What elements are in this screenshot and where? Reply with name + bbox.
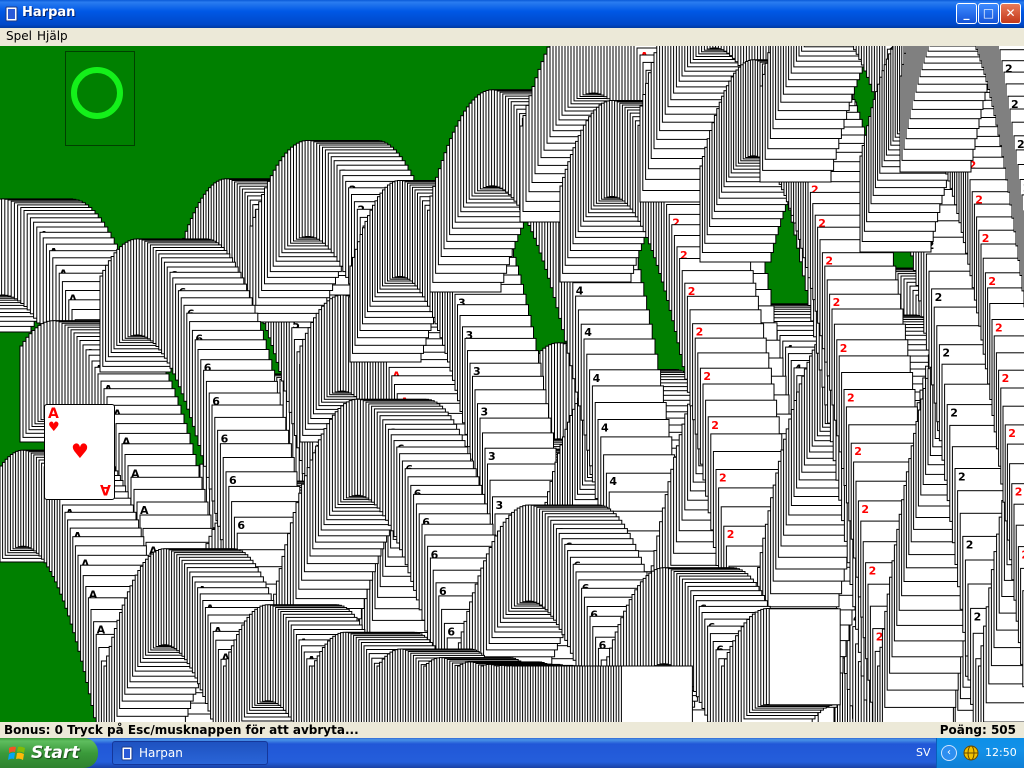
menu-game[interactable]: Spel [6, 29, 32, 43]
start-label: Start [31, 743, 80, 763]
svg-text:2: 2 [942, 347, 950, 360]
stock-pile-slot[interactable] [65, 51, 135, 146]
language-indicator[interactable]: SV [916, 746, 931, 759]
svg-text:2: 2 [966, 538, 974, 551]
svg-text:2: 2 [840, 342, 848, 355]
card-cascade-animation: AAAAAAAAAAAAAAAAAAAAAAAAAAAAAAAAAAAAAAAA… [0, 46, 1024, 722]
svg-text:2: 2 [696, 326, 704, 339]
menu-help[interactable]: Hjälp [37, 29, 68, 43]
svg-text:2: 2 [1002, 372, 1010, 385]
taskbar: Start Harpan SV ‹ 12:50 [0, 738, 1024, 768]
svg-text:2: 2 [1017, 138, 1024, 151]
system-tray: ‹ 12:50 [936, 738, 1024, 768]
minimize-button[interactable]: _ [956, 3, 977, 24]
svg-text:2: 2 [935, 291, 943, 304]
svg-text:2: 2 [1015, 486, 1023, 499]
windows-logo-icon [8, 746, 25, 760]
heart-suit-icon: ♥ [48, 420, 60, 435]
svg-text:4: 4 [601, 422, 609, 435]
close-button[interactable]: ✕ [1000, 3, 1021, 24]
svg-text:2: 2 [703, 370, 711, 383]
menu-bar: Spel Hjälp [0, 28, 1024, 46]
svg-text:2: 2 [719, 472, 727, 485]
title-bar[interactable]: Harpan _ □ ✕ [0, 0, 1024, 28]
svg-text:2: 2 [847, 392, 855, 405]
solitaire-task-icon [121, 746, 133, 761]
svg-text:2: 2 [1008, 427, 1016, 440]
svg-text:2: 2 [861, 503, 869, 516]
svg-text:2: 2 [833, 296, 841, 309]
svg-text:4: 4 [584, 326, 592, 339]
tray-expand-icon[interactable]: ‹ [941, 745, 957, 761]
svg-text:2: 2 [988, 275, 996, 288]
svg-text:2: 2 [950, 407, 958, 420]
svg-text:6: 6 [229, 474, 237, 487]
bouncing-card-ace-of-hearts: A ♥ ♥ A [44, 404, 115, 500]
svg-text:4: 4 [593, 372, 601, 385]
status-bonus-text: Bonus: 0 Tryck på Esc/musknappen för att… [4, 723, 359, 737]
card-rank-top: A [48, 406, 59, 422]
taskbar-item-harpan[interactable]: Harpan [112, 741, 268, 765]
start-button[interactable]: Start [0, 738, 98, 768]
svg-text:2: 2 [869, 565, 877, 578]
game-board[interactable]: AAAAAAAAAAAAAAAAAAAAAAAAAAAAAAAAAAAAAAAA… [0, 46, 1024, 722]
svg-text:2: 2 [974, 610, 982, 623]
status-bar: Bonus: 0 Tryck på Esc/musknappen för att… [0, 722, 1024, 738]
svg-text:2: 2 [995, 322, 1003, 335]
taskbar-item-label: Harpan [139, 746, 183, 760]
svg-text:2: 2 [727, 528, 735, 541]
svg-text:2: 2 [958, 471, 966, 484]
svg-text:3: 3 [481, 406, 489, 419]
network-globe-icon[interactable] [963, 745, 979, 761]
heart-center-icon: ♥ [71, 439, 89, 463]
svg-text:6: 6 [447, 625, 455, 638]
svg-text:4: 4 [609, 475, 617, 488]
status-score: Poäng: 505 [939, 723, 1016, 737]
solitaire-app-icon [5, 6, 18, 22]
card-rank-bottom: A [100, 481, 111, 497]
maximize-button[interactable]: □ [978, 3, 999, 24]
window-title: Harpan [22, 5, 76, 20]
svg-text:2: 2 [854, 445, 862, 458]
clock: 12:50 [985, 746, 1017, 759]
svg-text:3: 3 [496, 499, 504, 512]
svg-text:6: 6 [237, 519, 245, 532]
svg-text:2: 2 [711, 419, 719, 432]
empty-stock-circle-icon [71, 67, 123, 119]
svg-text:3: 3 [488, 450, 496, 463]
svg-text:2: 2 [982, 232, 990, 245]
